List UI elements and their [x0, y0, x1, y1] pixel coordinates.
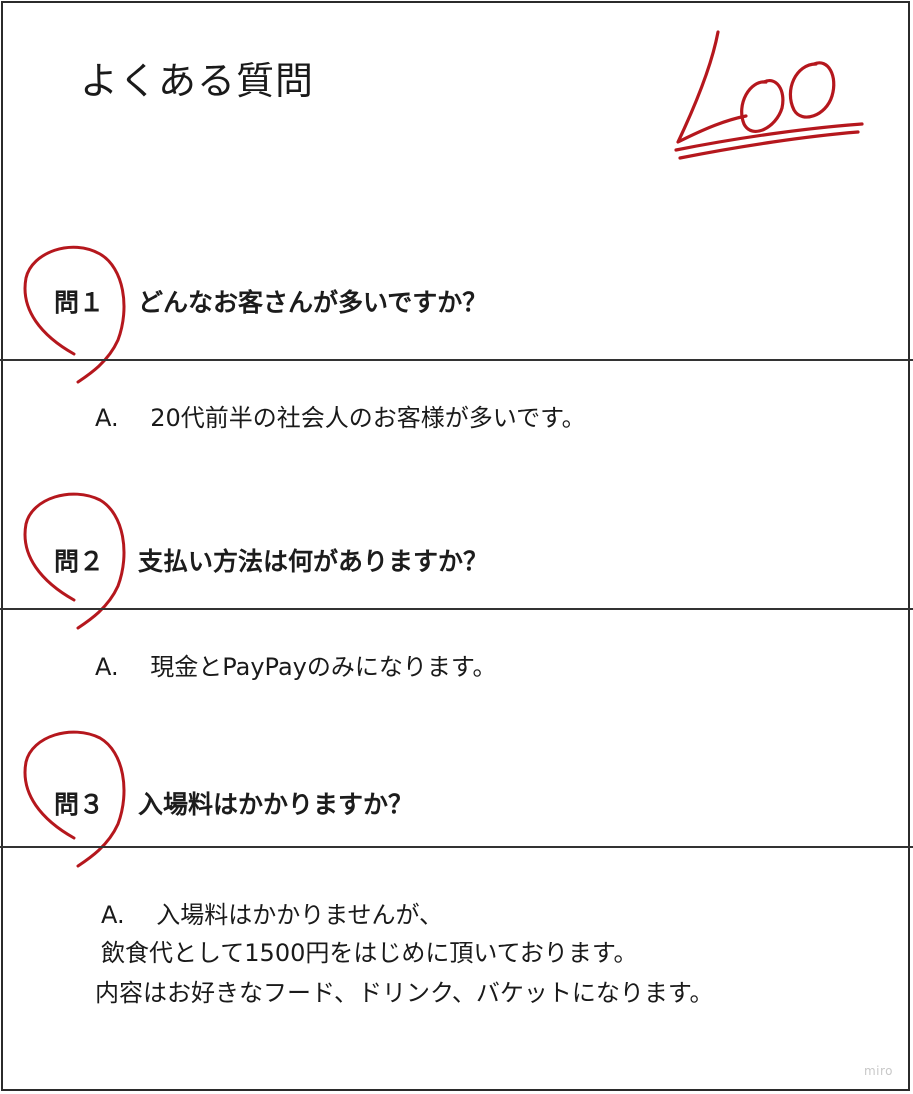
question-2-label: 問２: [54, 547, 105, 576]
question-1-label: 問１: [54, 288, 105, 317]
divider-3: [0, 846, 913, 848]
divider-1: [0, 359, 913, 361]
divider-2: [0, 608, 913, 610]
question-2-text: 支払い方法は何がありますか？: [138, 547, 489, 576]
answer-1-line-1: A. 20代前半の社会人のお客様が多いです。: [95, 404, 586, 432]
score-mark-100: [674, 30, 864, 160]
answer-2-line-1: A. 現金とPayPayのみになります。: [95, 653, 497, 681]
answer-3-line-1: A. 入場料はかかりませんが、: [101, 901, 444, 929]
question-1-text: どんなお客さんが多いですか？: [138, 288, 488, 317]
answer-3-line-3: 内容はお好きなフード、ドリンク、バケットになります。: [95, 979, 714, 1007]
answer-3-line-2: 飲食代として1500円をはじめに頂いております。: [101, 939, 638, 967]
question-3-text: 入場料はかかりますか？: [138, 790, 414, 819]
miro-watermark: miro: [863, 1064, 893, 1078]
question-3-label: 問３: [54, 790, 105, 819]
page-title: よくある質問: [80, 59, 315, 103]
